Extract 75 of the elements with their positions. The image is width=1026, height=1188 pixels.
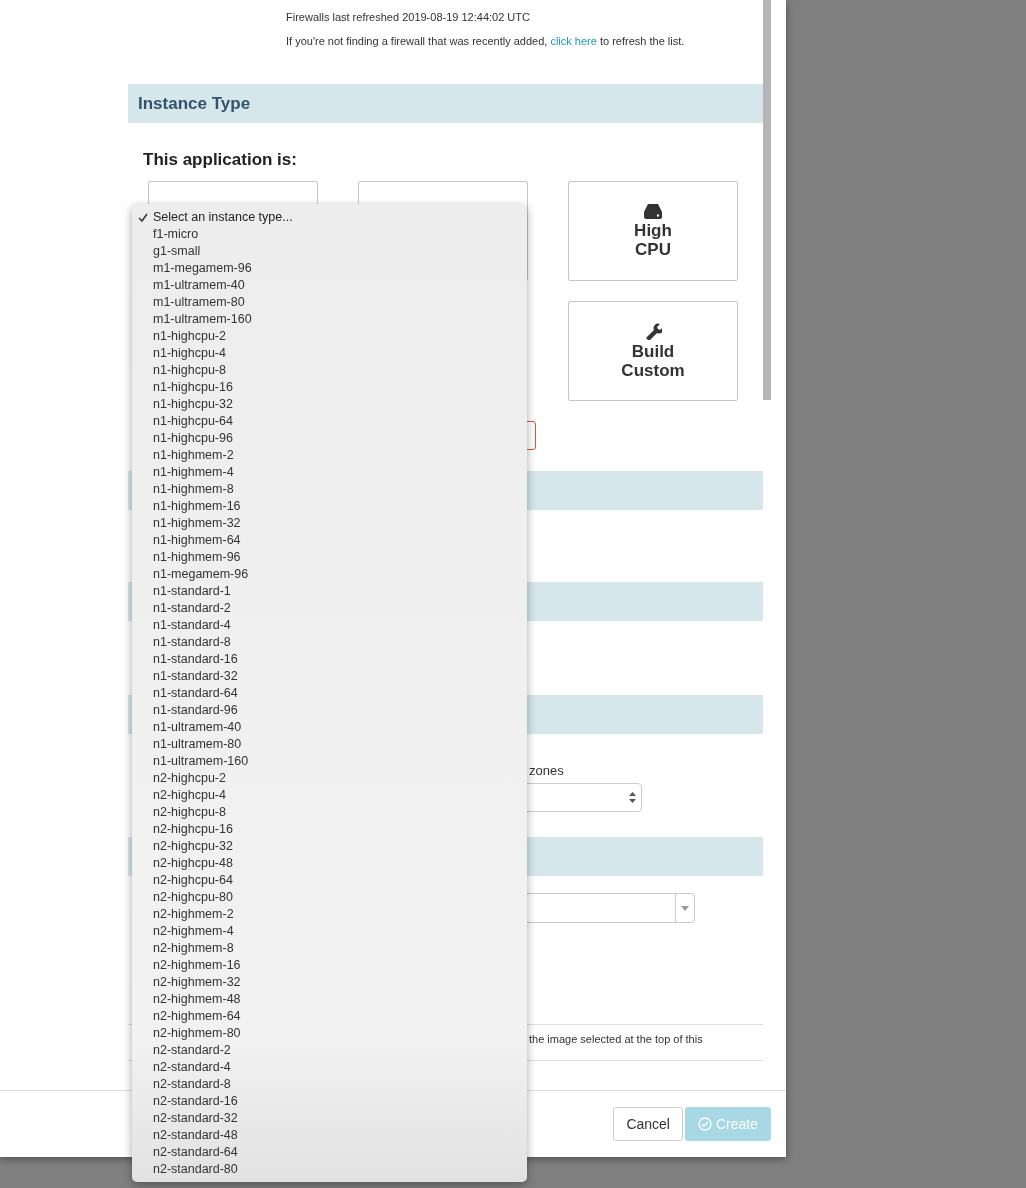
dropdown-option[interactable]: n1-highmem-4 (132, 464, 527, 481)
dropdown-option[interactable]: n2-highcpu-8 (132, 804, 527, 821)
dropdown-option[interactable]: n1-standard-96 (132, 702, 527, 719)
dropdown-option[interactable]: n2-standard-2 (132, 1042, 527, 1059)
dropdown-option[interactable]: m1-ultramem-160 (132, 311, 527, 328)
application-prompt: This application is: (143, 150, 298, 170)
check-icon (138, 213, 148, 222)
dropdown-option[interactable]: n1-highmem-96 (132, 549, 527, 566)
refresh-timestamp: Firewalls last refreshed 2019-08-19 12:44:02 UTC (286, 11, 531, 23)
dropdown-option[interactable]: n1-standard-8 (132, 634, 527, 651)
section-header: Instance Type (128, 84, 763, 123)
dropdown-option[interactable]: n1-standard-2 (132, 600, 527, 617)
dropdown-option[interactable]: n1-highmem-64 (132, 532, 527, 549)
wrench-icon (644, 322, 662, 340)
dropdown-option[interactable]: n2-standard-48 (132, 1127, 527, 1144)
dropdown-option[interactable]: n1-ultramem-80 (132, 736, 527, 753)
option-card[interactable]: Build Custom (568, 301, 738, 401)
image-note: the image selected at the top of this (529, 1033, 703, 1045)
dropdown-option[interactable]: n2-highcpu-64 (132, 872, 527, 889)
dropdown-option[interactable]: n1-highcpu-8 (132, 362, 527, 379)
dropdown-option[interactable]: n2-standard-80 (132, 1161, 527, 1178)
dropdown-option[interactable]: n1-highmem-8 (132, 481, 527, 498)
dropdown-option[interactable]: n2-highcpu-32 (132, 838, 527, 855)
dropdown-option[interactable]: n2-highmem-80 (132, 1025, 527, 1042)
check-circle-icon (697, 1117, 712, 1131)
dropdown-option[interactable]: m1-megamem-96 (132, 260, 527, 277)
dropdown-option[interactable]: n2-highmem-64 (132, 1008, 527, 1025)
dropdown-option[interactable]: n1-standard-32 (132, 668, 527, 685)
dropdown-option[interactable]: g1-small (132, 243, 527, 260)
dropdown-option[interactable]: n2-highmem-48 (132, 991, 527, 1008)
dropdown-option[interactable]: n2-highcpu-16 (132, 821, 527, 838)
dropdown-option[interactable]: n1-ultramem-40 (132, 719, 527, 736)
dropdown-option[interactable]: n2-highcpu-2 (132, 770, 527, 787)
dropdown-option[interactable]: n2-standard-16 (132, 1093, 527, 1110)
dropdown-option[interactable]: f1-micro (132, 226, 527, 243)
card-label: Build Custom (621, 342, 685, 380)
dropdown-option[interactable]: n2-highmem-32 (132, 974, 527, 991)
caret-icon (681, 905, 689, 911)
dropdown-option[interactable]: n2-highmem-8 (132, 940, 527, 957)
dropdown-option[interactable]: n2-standard-64 (132, 1144, 527, 1161)
dropdown-option[interactable]: n1-ultramem-160 (132, 753, 527, 770)
dropdown-option[interactable]: n2-standard-32 (132, 1110, 527, 1127)
dropdown-option[interactable]: n2-highmem-2 (132, 906, 527, 923)
dropdown-option[interactable]: n1-highcpu-2 (132, 328, 527, 345)
card-label: High CPU (634, 220, 672, 259)
dropdown-option[interactable]: n2-highcpu-80 (132, 889, 527, 906)
dropdown-option[interactable]: n2-highmem-4 (132, 923, 527, 940)
dropdown-option[interactable]: n1-highcpu-4 (132, 345, 527, 362)
dropdown-option[interactable]: n1-megamem-96 (132, 566, 527, 583)
dropdown-option[interactable]: n1-highmem-2 (132, 447, 527, 464)
dropdown-option[interactable]: n1-highmem-16 (132, 498, 527, 515)
dropdown-option[interactable]: n1-highcpu-32 (132, 396, 527, 413)
dropdown-option[interactable]: m1-ultramem-40 (132, 277, 527, 294)
dropdown-option[interactable]: n1-highcpu-16 (132, 379, 527, 396)
dropdown-option[interactable]: Select an instance type... (132, 209, 527, 226)
drive-icon (644, 203, 662, 219)
cancel-button[interactable]: Cancel (613, 1107, 683, 1141)
sort-arrows-icon (629, 792, 636, 803)
dropdown-option[interactable]: n1-standard-1 (132, 583, 527, 600)
dropdown-option[interactable]: n2-highcpu-48 (132, 855, 527, 872)
refresh-hint: If you're not finding a firewall that was recently added, click here to refresh the list. (286, 35, 686, 47)
dropdown-option[interactable]: n2-highcpu-4 (132, 787, 527, 804)
scrollbar-thumb[interactable] (763, 0, 771, 400)
dropdown-option[interactable]: n1-standard-4 (132, 617, 527, 634)
dropdown-option[interactable]: n2-highmem-16 (132, 957, 527, 974)
option-card[interactable]: High CPU (568, 181, 738, 281)
dropdown-option[interactable]: n1-standard-16 (132, 651, 527, 668)
dropdown-option[interactable]: n1-highcpu-96 (132, 430, 527, 447)
dropdown-option[interactable]: n1-standard-64 (132, 685, 527, 702)
dropdown-option[interactable]: m1-ultramem-80 (132, 294, 527, 311)
dropdown-option[interactable]: n1-highmem-32 (132, 515, 527, 532)
dropdown-option[interactable]: n2-standard-4 (132, 1059, 527, 1076)
dropdown-option[interactable]: n1-highcpu-64 (132, 413, 527, 430)
dropdown-option[interactable]: n2-standard-8 (132, 1076, 527, 1093)
zones-label: zones (529, 763, 565, 778)
